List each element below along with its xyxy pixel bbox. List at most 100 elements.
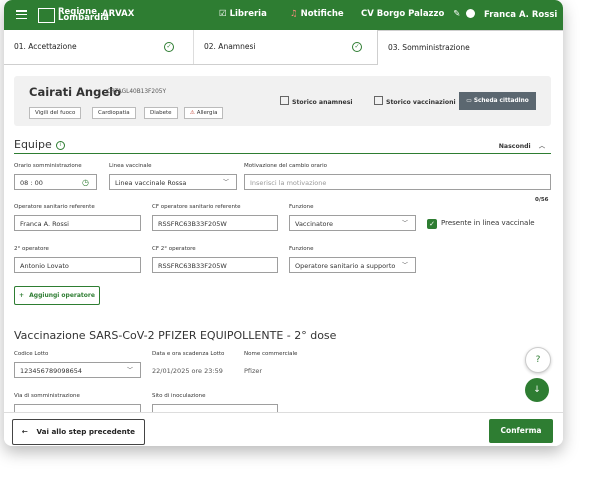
previous-step-label: Vai allo step precedente [36, 427, 136, 436]
equipe-header: Equipe i Nascondi ︿ [14, 138, 551, 154]
op2-input[interactable]: Antonio Lovato [14, 257, 141, 273]
check-circle-icon: ✓ [352, 42, 362, 52]
op1-value: Franca A. Rossi [20, 220, 69, 228]
scadenza-label: Data e ora scadenza Lotto [152, 351, 225, 357]
funz2-label: Funzione [289, 246, 314, 252]
funz1-label: Funzione [289, 204, 314, 210]
scheda-cittadino-label: Scheda cittadino [473, 98, 529, 104]
add-operator-label: Aggiungi operatore [29, 292, 95, 299]
presente-checkbox[interactable]: ✓ [427, 219, 437, 229]
chevron-up-icon: ︿ [538, 143, 545, 150]
funz1-value: Vaccinatore [295, 220, 334, 228]
linea-label: Linea vaccinale [109, 163, 152, 169]
linea-value: Linea vaccinale Rossa [115, 179, 187, 187]
equipe-title: Equipe [14, 138, 52, 151]
sito-label: Sito di inoculazione [152, 393, 206, 399]
scadenza-value: 22/01/2025 ore 23:59 [152, 367, 223, 375]
op1-label: Operatore sanitario referente [14, 204, 95, 210]
cf1-label: CF operatore sanitario referente [152, 204, 241, 210]
arrow-left-icon: ← [21, 427, 28, 436]
orario-label: Orario somministrazione [14, 163, 82, 169]
pencil-icon[interactable]: ✎ [453, 9, 460, 19]
hide-label: Nascondi [498, 143, 531, 150]
confirm-button[interactable]: Conferma [489, 419, 553, 443]
op1-input[interactable]: Franca A. Rossi [14, 215, 141, 231]
lotto-select[interactable]: 123456789098654 ﹀ [14, 362, 141, 378]
op2-label: 2° operatore [14, 246, 49, 252]
linea-select[interactable]: Linea vaccinale Rossa ﹀ [109, 174, 237, 190]
storico-anamnesi-link[interactable]: Storico anamnesi [280, 96, 353, 106]
bell-icon: ♫ [290, 9, 298, 19]
history-icon [280, 96, 289, 105]
tag-allergia-label: Allergia [196, 110, 218, 116]
user-menu[interactable]: Franca A. Rossi [466, 9, 557, 20]
cf2-input[interactable]: RSSFRC63B33F205W [152, 257, 278, 273]
cf1-input[interactable]: RSSFRC63B33F205W [152, 215, 278, 231]
info-icon[interactable]: i [55, 141, 65, 150]
arrow-down-icon[interactable]: ↓ [525, 378, 549, 402]
stepper: 01. Accettazione ✓ 02. Anamnesi ✓ 03. So… [4, 30, 563, 65]
notifiche-link[interactable]: ♫ Notifiche [290, 9, 344, 19]
menu-icon[interactable] [16, 10, 27, 20]
motivazione-placeholder: Inserisci la motivazione [250, 179, 327, 187]
cf2-label: CF 2° operatore [152, 246, 196, 252]
cf2-value: RSSFRC63B33F205W [158, 262, 227, 270]
step-label: 03. Somministrazione [388, 43, 470, 52]
chevron-down-icon: ﹀ [401, 262, 408, 269]
avatar [466, 9, 475, 18]
plus-icon: + [19, 292, 25, 299]
check-circle-icon: ✓ [164, 42, 174, 52]
step-label: 02. Anamnesi [204, 42, 256, 51]
id-card-icon: ▭ [466, 98, 472, 104]
tag-vigili: Vigili del fuoco [29, 107, 82, 119]
funz2-value: Operatore sanitario a supporto [295, 262, 396, 270]
op2-value: Antonio Lovato [20, 262, 69, 270]
presente-label: Presente in linea vaccinale [441, 219, 535, 227]
funz1-select[interactable]: Vaccinatore ﹀ [289, 215, 416, 231]
tag-allergia: ⚠ Allergia [184, 107, 224, 119]
help-icon[interactable]: ? [525, 347, 551, 373]
motivazione-label: Motivazione del cambio orario [244, 163, 328, 169]
vaccinazione-title: Vaccinazione SARS-CoV-2 PFIZER EQUIPOLLE… [14, 329, 337, 342]
orario-input[interactable]: 08 : 00 ◷ [14, 174, 97, 190]
region-logo-icon [38, 8, 55, 23]
scheda-cittadino-button[interactable]: ▭ Scheda cittadino [459, 92, 536, 110]
motivazione-counter: 0/56 [535, 197, 549, 203]
funz2-select[interactable]: Operatore sanitario a supporto ﹀ [289, 257, 416, 273]
lotto-value: 123456789098654 [20, 367, 83, 375]
notifiche-label: Notifiche [300, 9, 344, 19]
chevron-down-icon: ﹀ [222, 179, 229, 186]
cf1-value: RSSFRC63B33F205W [158, 220, 227, 228]
chevron-down-icon: ﹀ [401, 220, 408, 227]
centro-selector[interactable]: CV Borgo Palazzo ✎ [361, 9, 460, 19]
library-icon: ☑ [219, 9, 227, 19]
step-somministrazione[interactable]: 03. Somministrazione [377, 30, 563, 65]
libreria-link[interactable]: ☑ Libreria [219, 9, 267, 19]
app-window: Regione Lombardia ARVAX ☑ Libreria ♫ Not… [4, 0, 563, 446]
clock-icon[interactable]: ◷ [82, 175, 89, 189]
tag-cardiopatia: Cardiopatia [92, 107, 136, 119]
centro-label: CV Borgo Palazzo [361, 9, 445, 19]
warning-icon: ⚠ [190, 110, 195, 116]
storico-anamnesi-label: Storico anamnesi [292, 99, 353, 106]
app-name: ARVAX [102, 9, 135, 19]
storico-vaccinazioni-link[interactable]: Storico vaccinazioni [374, 96, 456, 106]
previous-step-button[interactable]: ← Vai allo step precedente [12, 419, 145, 445]
patient-cf: CRTAGL40B13F205Y [107, 89, 166, 95]
lotto-label: Codice Lotto [14, 351, 49, 357]
step-anamnesi[interactable]: 02. Anamnesi ✓ [193, 30, 377, 64]
motivazione-textarea[interactable]: Inserisci la motivazione [244, 174, 551, 190]
storico-vaccinazioni-label: Storico vaccinazioni [386, 99, 456, 106]
top-bar: Regione Lombardia ARVAX ☑ Libreria ♫ Not… [4, 0, 563, 30]
footer-bar: ← Vai allo step precedente Conferma [4, 412, 563, 446]
add-operator-button[interactable]: + Aggiungi operatore [14, 286, 100, 305]
step-accettazione[interactable]: 01. Accettazione ✓ [4, 30, 189, 64]
nome-value: Pfizer [244, 367, 263, 375]
hide-toggle[interactable]: Nascondi ︿ [499, 141, 545, 150]
tag-diabete: Diabete [144, 107, 178, 119]
step-label: 01. Accettazione [14, 42, 77, 51]
section-divider [14, 153, 551, 154]
chevron-down-icon: ﹀ [126, 367, 133, 374]
via-label: Via di somministrazione [14, 393, 80, 399]
libreria-label: Libreria [229, 9, 267, 19]
